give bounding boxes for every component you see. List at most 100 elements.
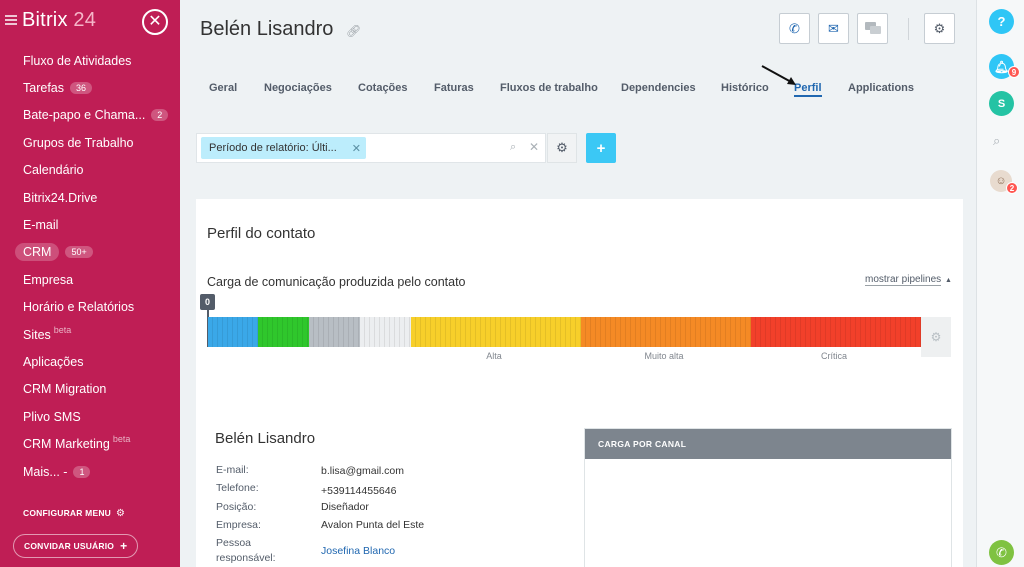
link-icon[interactable]: 🔗︎ [346,24,361,38]
sidebar-item-badge: 1 [73,465,91,478]
sidebar-item-label: E-mail [23,218,59,233]
sidebar-item[interactable]: Horário e Relatórios [0,294,180,321]
email-button[interactable]: ✉ [818,13,849,44]
gear-icon: ⚙ [930,330,942,344]
remove-chip-icon[interactable]: ✕ [352,142,361,155]
sidebar-item-label: Bate-papo e Chama... [23,108,146,123]
tab-faturas[interactable]: Faturas [434,82,474,94]
load-bar-segment [309,317,360,347]
sidebar-item-label: Bitrix24.Drive [23,190,98,205]
responsible-label-2: responsável: [216,552,276,564]
sidebar-item[interactable]: Grupos de Trabalho [0,129,180,156]
phone-button[interactable]: ✆ [989,540,1014,565]
sidebar-item-label: CRM Marketing [23,437,110,452]
right-panel: ? 🔔︎ 9 S ⌕ ☺ 2 ✆ [976,0,1024,567]
chat-app-button[interactable]: S [989,91,1014,116]
filter-chip-label: Período de relatório: Últi... [209,142,337,154]
search-icon[interactable]: ⌕ [993,133,1000,149]
tab-fluxos-de-trabalho[interactable]: Fluxos de trabalho [500,82,598,94]
sidebar-item[interactable]: CRM Migration [0,376,180,403]
load-bar [208,317,921,347]
tab-cota-es[interactable]: Cotações [358,82,408,94]
sidebar-item[interactable]: E-mail [0,211,180,238]
load-bar-segment [411,317,581,347]
configure-menu-label: CONFIGURAR MENU [23,508,111,518]
sidebar-header: Bitrix 24 ✕ [0,0,180,44]
load-section-title: Carga de comunicação produzida pelo cont… [207,275,466,289]
position-label: Posição: [216,501,257,513]
sidebar-item[interactable]: Empresa [0,266,180,293]
phone-icon: ✆ [789,20,800,36]
position-value: Diseñador [321,501,369,513]
show-pipelines-link[interactable]: mostrar pipelines [865,274,942,286]
profile-card: Perfil do contato Carga de comunicação p… [196,199,963,567]
company-label: Empresa: [216,519,261,531]
phone-value[interactable]: +539114455646 [321,485,396,497]
brand-logo[interactable]: Bitrix 24 [22,9,96,32]
close-icon[interactable]: ✕ [142,9,168,35]
sidebar-item-label: Fluxo de Atividades [23,53,132,68]
bar-settings-button[interactable]: ⚙ [921,317,951,357]
contact-name: Belén Lisandro [215,430,316,447]
contacts-button[interactable]: ☺ 2 [990,170,1018,194]
email-label: E-mail: [216,464,249,476]
plus-icon: + [120,539,128,553]
load-bar-segment [360,317,411,347]
sidebar-item[interactable]: Aplicações [0,348,180,375]
sidebar-item[interactable]: Plivo SMS [0,403,180,430]
phone-label: Telefone: [216,482,259,494]
sidebar-item[interactable]: Bate-papo e Chama... 2 [0,102,180,129]
sidebar-item[interactable]: Mais... - 1 [0,458,180,485]
email-value[interactable]: b.lisa@gmail.com [321,465,404,477]
sidebar-item-label: Aplicações [23,354,84,369]
tab-negocia-es[interactable]: Negociações [264,82,332,94]
notifications-button[interactable]: 🔔︎ 9 [989,54,1020,79]
bar-label-high: Alta [486,351,502,361]
settings-button[interactable]: ⚙ [924,13,955,44]
sidebar-menu: Fluxo de Atividades Tarefas 36 Bate-papo e … [0,47,180,485]
filter-chip[interactable]: Período de relatório: Últi... ✕ [201,137,366,159]
beta-tag: beta [53,324,72,335]
sidebar-item[interactable]: Bitrix24.Drive [0,184,180,211]
sidebar-item[interactable]: Calendário [0,157,180,184]
sidebar-item-label: Sites [23,327,51,342]
sidebar-item-label: Empresa [23,272,74,287]
invite-user-button[interactable]: CONVIDAR USUÁRIO + [13,534,139,558]
filter-settings-button[interactable]: ⚙ [547,133,577,163]
sidebar-item-badge: 2 [151,109,169,122]
sidebar-item[interactable]: CRM Marketing beta [0,430,180,457]
clear-icon[interactable]: ✕ [529,140,539,154]
bar-label-critical: Crítica [820,351,848,361]
invite-user-label: CONVIDAR USUÁRIO [24,541,115,551]
tab-applications[interactable]: Applications [848,82,914,94]
contacts-count: 2 [1006,182,1018,194]
sidebar-item-label: Horário e Relatórios [23,300,135,315]
filter-bar[interactable]: Período de relatório: Últi... ✕ ⌕ ✕ [196,133,546,163]
channel-load-title: CARGA POR CANAL [585,429,951,459]
tab-geral[interactable]: Geral [209,82,237,94]
load-marker: 0 [200,294,215,310]
profile-title: Perfil do contato [207,225,316,242]
hamburger-icon[interactable] [5,15,17,25]
tab-dependencies[interactable]: Dependencies [621,82,696,94]
search-icon[interactable]: ⌕ [510,141,516,154]
configure-menu-button[interactable]: CONFIGURAR MENU ⚙ [23,508,125,519]
beta-tag: beta [112,434,131,445]
add-button[interactable]: + [586,133,616,163]
sidebar-item[interactable]: Tarefas 36 [0,74,180,101]
caret-up-icon[interactable]: ▲ [945,277,952,284]
responsible-value[interactable]: Josefina Blanco [321,545,395,557]
brand-name: Bitrix [22,9,68,31]
sidebar-item-label: Plivo SMS [23,409,81,424]
bell-icon: 🔔︎ [993,59,1010,74]
sidebar-item[interactable]: CRM 50+ [0,239,180,266]
call-button[interactable]: ✆ [779,13,810,44]
sidebar-item[interactable]: Fluxo de Atividades [0,47,180,74]
channel-load-panel: CARGA POR CANAL [584,428,952,567]
sidebar-item[interactable]: Sites beta [0,321,180,348]
help-button[interactable]: ? [989,9,1014,34]
sidebar-item-label: Mais... - [23,464,68,479]
chat-button[interactable] [857,13,888,44]
sidebar-item-label: CRM Migration [23,382,107,397]
sidebar-item-label: Calendário [23,163,84,178]
